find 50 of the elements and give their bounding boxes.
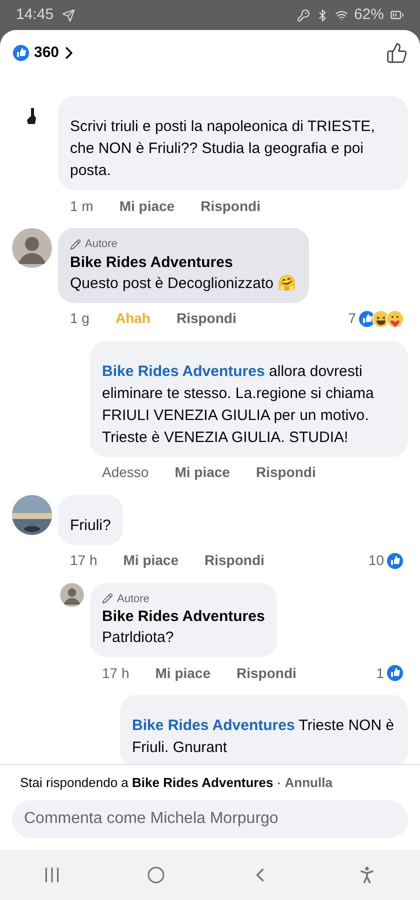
battery-level: 62% xyxy=(354,4,384,25)
reaction-total[interactable]: 360 xyxy=(34,42,60,64)
like-link[interactable]: Mi piace xyxy=(174,462,230,483)
comment-text: Bike Rides Adventures Trieste NON è Friuli. Gnurant xyxy=(132,716,396,758)
user-silhouette-icon[interactable] xyxy=(27,108,37,124)
like-link[interactable]: Mi piace xyxy=(155,662,210,684)
author-label: Autore xyxy=(117,592,150,606)
pencil-icon xyxy=(102,593,113,604)
hugging-face-icon xyxy=(386,310,404,328)
wifi-icon xyxy=(334,8,348,22)
comment-text: Scrivi triuli e posti la napoleonica di TRIESTE, che NON è Friuli?? Studia la geografia e poi posta. xyxy=(70,117,376,181)
key-icon xyxy=(296,8,310,22)
pencil-icon xyxy=(70,238,81,250)
comment-text: Bike Rides Adventures allora dovresti eliminare te stesso. La.regione si chiama FRIULI VENEZIA GIULIA per un motivo. Trieste è VENEZIA GIULIA. STUDIA! xyxy=(102,362,375,448)
like-reaction-icon xyxy=(386,664,404,682)
thumbs-up-icon[interactable] xyxy=(386,42,408,64)
reaction-count: 10 xyxy=(368,551,384,570)
reply-link[interactable]: Rispondi xyxy=(176,308,236,329)
battery-icon xyxy=(390,8,404,22)
like-reaction-icon xyxy=(12,44,30,62)
reaction-count: 1 xyxy=(376,664,384,682)
status-time: 14:45 xyxy=(16,4,54,25)
home-icon[interactable] xyxy=(146,866,165,884)
like-link[interactable]: Mi piace xyxy=(123,550,178,571)
comment-text: Questo post è Decoglionizzato 🤗 xyxy=(70,274,297,294)
reply-link[interactable]: Rispondi xyxy=(236,662,296,684)
comment-time: 1 g xyxy=(70,309,90,328)
replying-to-text: Stai rispondendo a Bike Rides Adventures · Annulla xyxy=(19,774,334,792)
avatar[interactable] xyxy=(60,582,84,606)
mention-link[interactable]: Bike Rides Adventures xyxy=(102,362,265,380)
comment-input[interactable]: Commenta come Michela Morpurgo xyxy=(12,800,408,838)
cancel-link[interactable]: Annulla xyxy=(284,774,332,790)
comment-time: Adesso xyxy=(102,463,149,482)
mention-link[interactable]: Bike Rides Adventures xyxy=(132,717,295,734)
comment-time: 17 h xyxy=(102,664,130,682)
author-label: Autore xyxy=(85,237,118,252)
paper-plane-icon xyxy=(62,8,75,22)
comment-text: Friuli? xyxy=(70,516,111,536)
avatar[interactable] xyxy=(12,228,52,268)
comment-text: Patrldiota? xyxy=(102,628,175,648)
author-name[interactable]: Bike Rides Adventures xyxy=(70,252,297,272)
reply-link[interactable]: Rispondi xyxy=(256,462,316,483)
reply-link[interactable]: Rispondi xyxy=(204,550,264,571)
author-name[interactable]: Bike Rides Adventures xyxy=(102,607,265,627)
comment-time: 17 h xyxy=(70,551,98,570)
reaction-count: 7 xyxy=(348,309,356,328)
like-link[interactable]: Mi piace xyxy=(119,196,175,216)
reply-link[interactable]: Rispondi xyxy=(200,196,260,216)
like-reaction-icon xyxy=(386,552,404,570)
comment-time: 1 m xyxy=(70,196,94,216)
